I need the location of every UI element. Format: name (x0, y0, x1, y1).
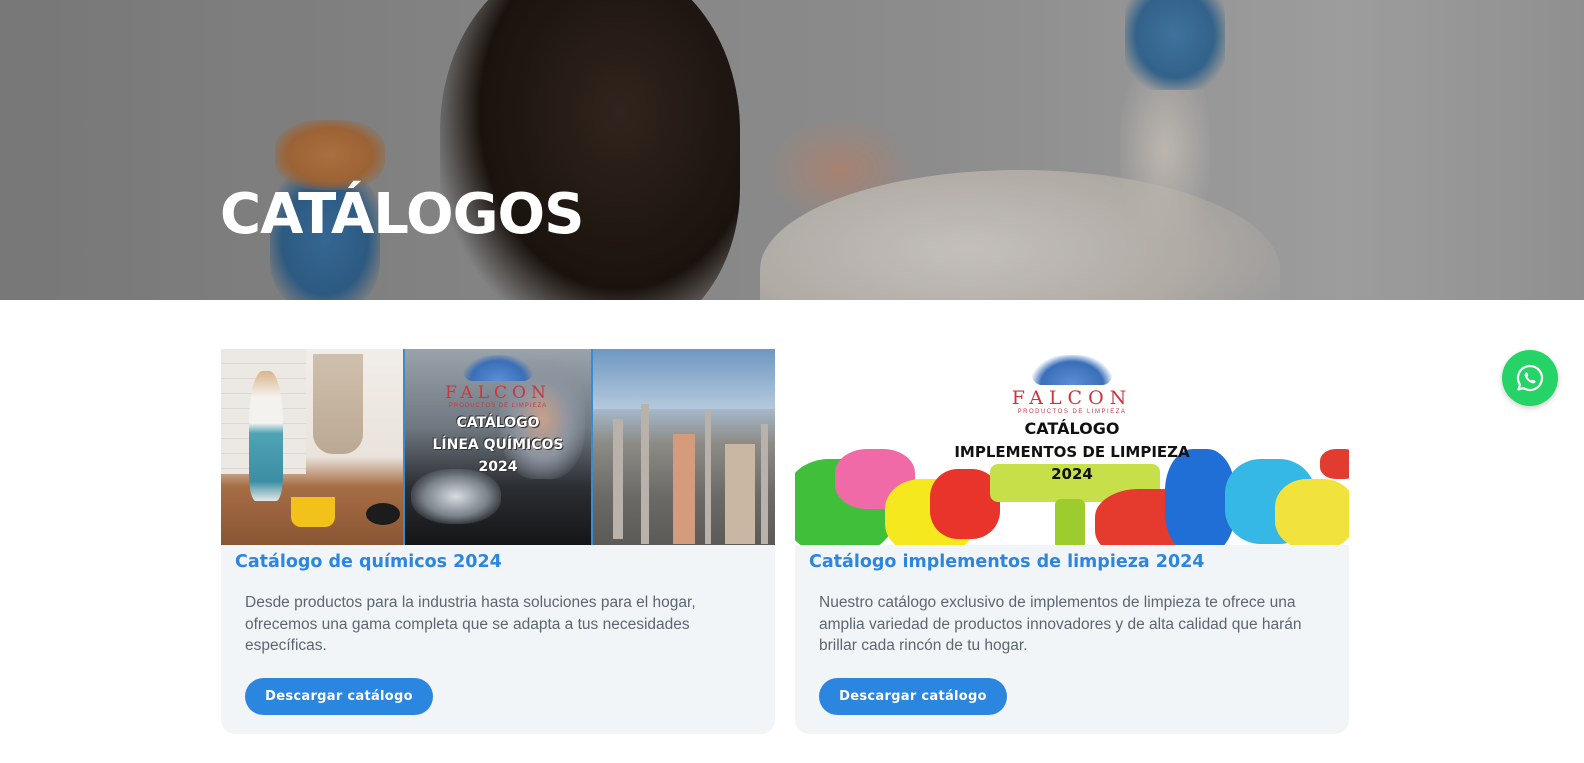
cover-refinery-building (673, 434, 695, 544)
cover-sky (593, 349, 775, 409)
falcon-logo-icon (463, 355, 533, 381)
whatsapp-button[interactable] (1502, 350, 1558, 406)
catalog-title: Catálogo de químicos 2024 (235, 552, 502, 572)
catalog-card-chemicals: FALCON PRODUCTOS DE LIMPIEZA CATÁLOGO LÍ… (221, 349, 775, 734)
cover-brand-sub: PRODUCTOS DE LIMPIEZA (1017, 409, 1127, 415)
cover-refinery-tower (641, 404, 649, 544)
cover-line-1: CATÁLOGO (1024, 419, 1120, 438)
cover-line-2: LÍNEA QUÍMICOS (432, 437, 564, 453)
cover-line-3: 2024 (478, 459, 518, 475)
page-title: CATÁLOGOS (220, 182, 584, 247)
cover-squeegee-handle (1055, 499, 1085, 545)
cover-logo-chemicals: FALCON PRODUCTOS DE LIMPIEZA CATÁLOGO LÍ… (405, 355, 591, 475)
cover-yellow-sponge (1275, 479, 1349, 545)
cover-person-mopping (249, 371, 283, 501)
catalog-title: Catálogo implementos de limpieza 2024 (809, 552, 1205, 572)
cover-brand-sub: PRODUCTOS DE LIMPIEZA (448, 403, 548, 409)
cover-brand: FALCON (445, 383, 551, 403)
cover-cat (366, 503, 400, 525)
cover-panel-home (221, 349, 403, 545)
cover-panel-car: FALCON PRODUCTOS DE LIMPIEZA CATÁLOGO LÍ… (405, 349, 591, 545)
catalog-description: Nuestro catálogo exclusivo de implemento… (819, 594, 1302, 654)
download-catalog-button[interactable]: Descargar catálogo (819, 678, 1007, 715)
cover-background: FALCON PRODUCTOS DE LIMPIEZA CATÁLOGO IM… (795, 349, 1349, 545)
cover-line-3: 2024 (1051, 465, 1093, 483)
cover-logo-cleaning: FALCON PRODUCTOS DE LIMPIEZA CATÁLOGO IM… (795, 355, 1349, 483)
hero-overlay (0, 0, 1584, 300)
cover-refinery-tower (613, 419, 623, 539)
cover-refinery-building (725, 444, 755, 544)
cover-refinery-tower (705, 409, 711, 544)
cover-refinery-tower (761, 424, 768, 544)
catalog-cover-cleaning-tools: FALCON PRODUCTOS DE LIMPIEZA CATÁLOGO IM… (795, 349, 1349, 545)
hero-banner: CATÁLOGOS (0, 0, 1584, 300)
catalog-card-cleaning-tools: FALCON PRODUCTOS DE LIMPIEZA CATÁLOGO IM… (795, 349, 1349, 734)
cover-macrame (313, 354, 363, 454)
falcon-logo-icon (1032, 355, 1112, 385)
cover-line-2: IMPLEMENTOS DE LIMPIEZA (954, 442, 1190, 461)
cover-bucket (291, 497, 335, 527)
catalog-description: Desde productos para la industria hasta … (245, 594, 696, 654)
cover-line-1: CATÁLOGO (456, 415, 540, 431)
cover-headlight (411, 469, 501, 524)
whatsapp-icon (1516, 364, 1544, 392)
download-catalog-button[interactable]: Descargar catálogo (245, 678, 433, 715)
cover-brand: FALCON (1011, 387, 1133, 409)
catalog-cover-chemicals: FALCON PRODUCTOS DE LIMPIEZA CATÁLOGO LÍ… (221, 349, 775, 545)
cover-panel-refinery (593, 349, 775, 545)
